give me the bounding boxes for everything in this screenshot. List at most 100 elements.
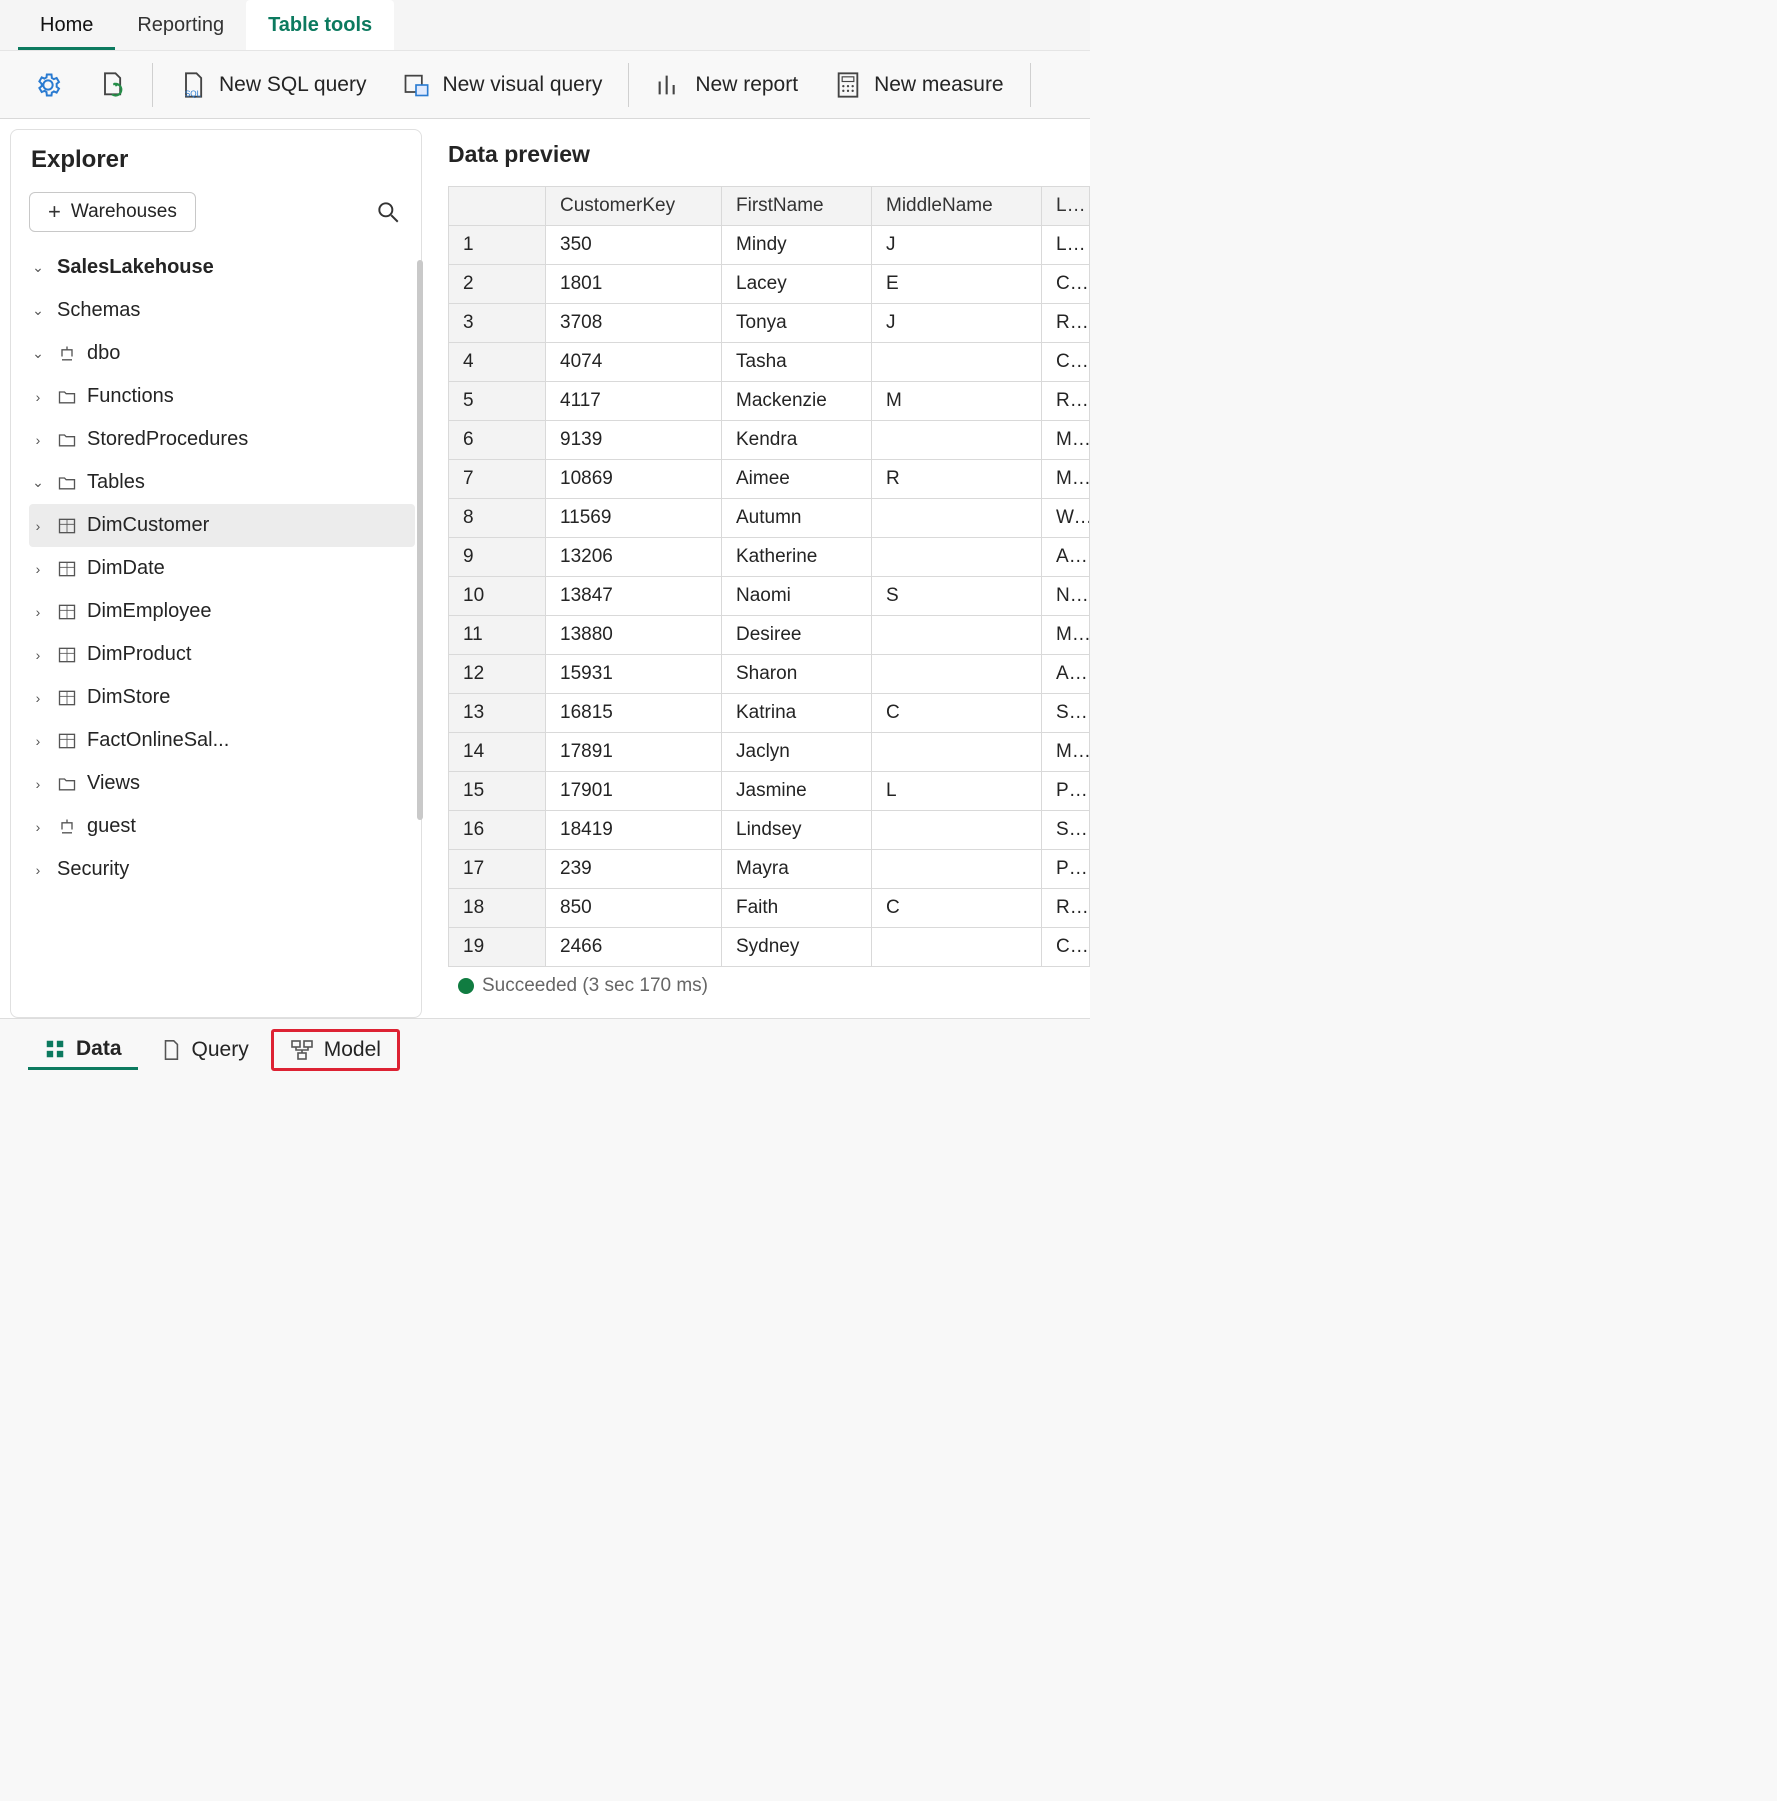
table-row[interactable]: 17239MayraPrasad [448, 850, 1090, 889]
tree-item-factonlinesales[interactable]: ›FactOnlineSal... [29, 719, 415, 762]
table-row[interactable]: 1013847NaomiSNavarr [448, 577, 1090, 616]
view-tab-model[interactable]: Model [271, 1029, 400, 1071]
table-row[interactable]: 1113880DesireeMunoz [448, 616, 1090, 655]
cell-middlename [872, 850, 1042, 889]
table-row[interactable]: 1215931SharonAnders [448, 655, 1090, 694]
tree-item-tables[interactable]: ⌄Tables [29, 461, 415, 504]
calculator-icon [834, 71, 862, 99]
table-row[interactable]: 21801LaceyEChen [448, 265, 1090, 304]
table-icon [57, 516, 77, 536]
table-row[interactable]: 1316815KatrinaCShan [448, 694, 1090, 733]
col-header-middlename[interactable]: MiddleName [872, 187, 1042, 226]
cell-customerkey: 350 [546, 226, 722, 265]
table-row[interactable]: 1417891JaclynMa [448, 733, 1090, 772]
explorer-panel: Explorer + Warehouses ⌄SalesLakehouse ⌄S… [10, 129, 422, 1018]
new-sql-label: New SQL query [219, 73, 366, 97]
cell-customerkey: 2466 [546, 928, 722, 967]
tree-item-views[interactable]: ›Views [29, 762, 415, 805]
cell-customerkey: 11569 [546, 499, 722, 538]
table-row[interactable]: 192466SydneyCampb [448, 928, 1090, 967]
cell-firstname: Faith [722, 889, 872, 928]
status-bar: Succeeded (3 sec 170 ms) [448, 967, 1090, 1005]
explorer-scrollbar[interactable] [417, 260, 423, 950]
table-row[interactable]: 710869AimeeRMa [448, 460, 1090, 499]
cell-firstname: Naomi [722, 577, 872, 616]
row-number: 1 [448, 226, 546, 265]
tree-item-guest[interactable]: ›guest [29, 805, 415, 848]
chevron-right-icon: › [29, 862, 47, 878]
cell-firstname: Katherine [722, 538, 872, 577]
tree-item-functions[interactable]: ›Functions [29, 375, 415, 418]
table-row[interactable]: 1517901JasmineLPrice [448, 772, 1090, 811]
sp-label: StoredProcedures [87, 428, 248, 451]
cell-firstname: Kendra [722, 421, 872, 460]
cell-lastname: Reed [1042, 889, 1090, 928]
tree-item-storedprocedures[interactable]: ›StoredProcedures [29, 418, 415, 461]
cell-lastname: Luo [1042, 226, 1090, 265]
tab-reporting[interactable]: Reporting [115, 0, 246, 50]
data-preview-title: Data preview [448, 141, 1090, 168]
tree-item-dimstore[interactable]: ›DimStore [29, 676, 415, 719]
cell-middlename: R [872, 460, 1042, 499]
view-tabs: Data Query Model [0, 1019, 1090, 1087]
cell-firstname: Mayra [722, 850, 872, 889]
table-row[interactable]: 913206KatherineAnders [448, 538, 1090, 577]
new-measure-button[interactable]: New measure [818, 65, 1020, 105]
col-header-lastname[interactable]: LastNa [1042, 187, 1090, 226]
model-tab-label: Model [324, 1038, 381, 1062]
query-tab-label: Query [192, 1038, 249, 1062]
settings-button[interactable] [18, 65, 78, 105]
cell-customerkey: 18419 [546, 811, 722, 850]
row-number: 11 [448, 616, 546, 655]
new-report-button[interactable]: New report [639, 65, 814, 105]
tree-item-dimemployee[interactable]: ›DimEmployee [29, 590, 415, 633]
cell-firstname: Sydney [722, 928, 872, 967]
row-number: 17 [448, 850, 546, 889]
gear-icon [34, 71, 62, 99]
cell-lastname: Wu [1042, 499, 1090, 538]
cell-firstname: Sharon [722, 655, 872, 694]
warehouses-button[interactable]: + Warehouses [29, 192, 196, 232]
view-tab-query[interactable]: Query [144, 1032, 265, 1068]
table-row[interactable]: 811569AutumnWu [448, 499, 1090, 538]
new-sql-query-button[interactable]: SQL New SQL query [163, 65, 382, 105]
cell-lastname: Raje [1042, 304, 1090, 343]
table-row[interactable]: 69139KendraMoren [448, 421, 1090, 460]
col-header-customerkey[interactable]: CustomerKey [546, 187, 722, 226]
tree-item-schemas[interactable]: ⌄Schemas [29, 289, 415, 332]
views-label: Views [87, 772, 140, 795]
cell-firstname: Jasmine [722, 772, 872, 811]
tab-table-tools[interactable]: Table tools [246, 0, 394, 50]
data-grid[interactable]: CustomerKeyFirstNameMiddleNameLastNa1350… [448, 186, 1090, 967]
row-number: 14 [448, 733, 546, 772]
tree-item-dbo[interactable]: ⌄ dbo [29, 332, 415, 375]
tree-item-security[interactable]: ›Security [29, 848, 415, 891]
schemas-label: Schemas [57, 299, 140, 322]
table-row[interactable]: 44074TashaChande [448, 343, 1090, 382]
cell-firstname: Jaclyn [722, 733, 872, 772]
row-header-corner [448, 187, 546, 226]
cell-firstname: Mindy [722, 226, 872, 265]
refresh-button[interactable] [82, 65, 142, 105]
cell-firstname: Aimee [722, 460, 872, 499]
cell-customerkey: 10869 [546, 460, 722, 499]
new-visual-query-button[interactable]: New visual query [386, 65, 618, 105]
tree-item-dimproduct[interactable]: ›DimProduct [29, 633, 415, 676]
cell-lastname: Chen [1042, 265, 1090, 304]
col-header-firstname[interactable]: FirstName [722, 187, 872, 226]
search-icon[interactable] [375, 199, 415, 225]
tree-item-dimcustomer[interactable]: ›DimCustomer [29, 504, 415, 547]
table-row[interactable]: 1618419LindseySharma [448, 811, 1090, 850]
tab-home[interactable]: Home [18, 0, 115, 50]
chevron-right-icon: › [29, 604, 47, 620]
new-report-label: New report [695, 73, 798, 97]
tree-item-dimdate[interactable]: ›DimDate [29, 547, 415, 590]
tree-item-database[interactable]: ⌄SalesLakehouse [29, 246, 415, 289]
table-row[interactable]: 18850FaithCReed [448, 889, 1090, 928]
table-row[interactable]: 1350MindyJLuo [448, 226, 1090, 265]
view-tab-data[interactable]: Data [28, 1031, 138, 1070]
table-row[interactable]: 54117MackenzieMRamire [448, 382, 1090, 421]
table-row[interactable]: 33708TonyaJRaje [448, 304, 1090, 343]
cell-middlename: L [872, 772, 1042, 811]
cell-lastname: Campb [1042, 928, 1090, 967]
